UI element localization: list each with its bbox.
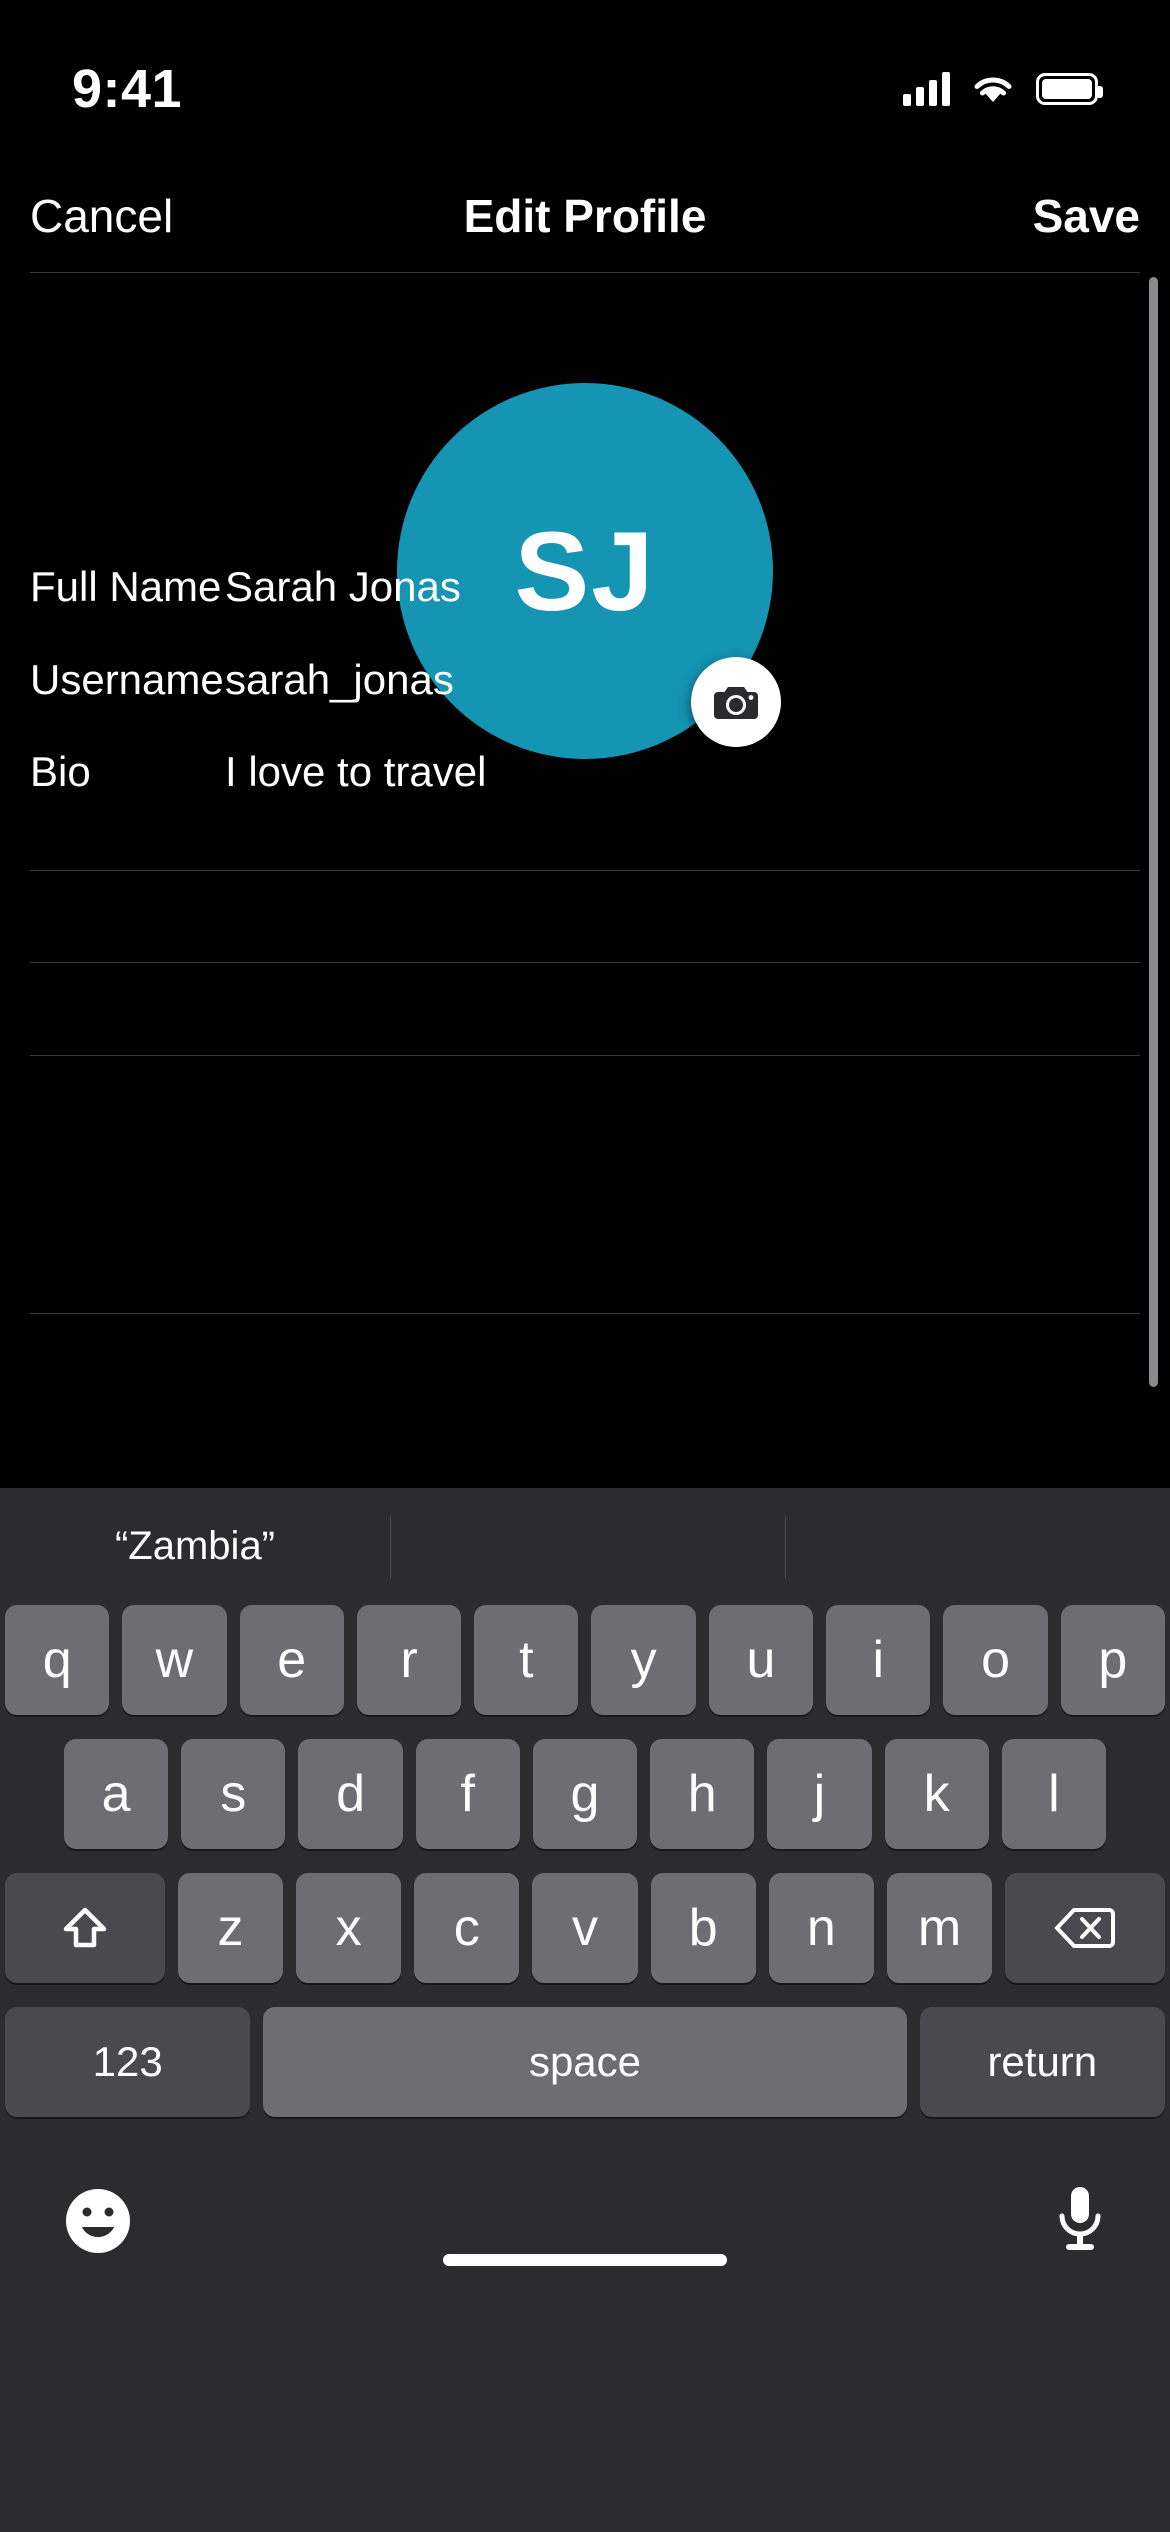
status-time: 9:41 [72,59,183,119]
key-q[interactable]: q [5,1605,110,1715]
username-input[interactable]: sarah_jonas [225,656,454,704]
page-title: Edit Profile [463,190,707,242]
keyboard-bottom-row [0,2153,1170,2288]
key-c[interactable]: c [414,1873,520,1983]
save-button[interactable]: Save [1033,189,1140,243]
key-r[interactable]: r [356,1605,462,1715]
key-d[interactable]: d [298,1739,403,1849]
field-label: Full Name [30,562,222,610]
key-p[interactable]: p [1060,1605,1165,1715]
space-key[interactable]: space [263,2007,907,2117]
suggestion-item-2[interactable] [390,1488,780,1605]
field-label: Username [30,655,224,703]
return-key[interactable]: return [919,2007,1165,2117]
cellular-signal-icon [903,72,950,106]
backspace-key[interactable] [1005,1873,1165,1983]
key-t[interactable]: t [474,1605,579,1715]
form-top-divider [30,870,1140,871]
key-n[interactable]: n [768,1873,874,1983]
shift-arrow-icon [63,1907,107,1948]
key-j[interactable]: j [767,1739,872,1849]
navigation-bar: Cancel Edit Profile Save [0,160,1170,272]
field-label: Bio [30,747,91,795]
suggestion-item-3[interactable] [780,1488,1170,1605]
key-x[interactable]: x [296,1873,402,1983]
key-m[interactable]: m [886,1873,993,1983]
key-v[interactable]: v [532,1873,638,1983]
key-f[interactable]: f [415,1739,520,1849]
key-o[interactable]: o [943,1605,1048,1715]
numeric-mode-key[interactable]: 123 [5,2007,251,2117]
suggestion-divider [785,1516,786,1578]
key-u[interactable]: u [708,1605,814,1715]
keyboard-row-4: 123 space return [0,2007,1170,2117]
shift-key[interactable] [5,1873,165,1983]
status-bar: 9:41 [0,0,1170,160]
key-k[interactable]: k [884,1739,989,1849]
profile-form-scroll-area[interactable]: SJ Full Name Sarah Jonas Username sarah_… [0,273,1170,1488]
home-indicator [443,2254,727,2266]
keyboard-row-2: a s d f g h j k l [0,1739,1170,1849]
key-s[interactable]: s [181,1739,286,1849]
key-l[interactable]: l [1001,1739,1106,1849]
phone-screen: 9:41 Cancel Edit Profile Save SJ Full Na… [0,0,1170,2532]
bio-input[interactable]: I love to travel [225,748,486,796]
emoji-smiley-icon[interactable] [62,2185,134,2257]
microphone-icon[interactable] [1052,2183,1108,2259]
field-divider-2 [30,1055,1140,1056]
cancel-button[interactable]: Cancel [30,189,173,243]
suggestion-item-1[interactable]: “Zambia” [0,1488,390,1605]
field-row-full-name[interactable]: Full Name Sarah Jonas [0,540,1170,633]
keyboard-row-3: z x c v b n m [0,1873,1170,1983]
key-h[interactable]: h [650,1739,755,1849]
key-a[interactable]: a [64,1739,169,1849]
onscreen-keyboard: “Zambia” q w e r t y u i o p a s d f g h… [0,1488,1170,2532]
field-row-bio[interactable]: Bio I love to travel [0,725,1170,818]
suggestion-bar: “Zambia” [0,1488,1170,1605]
key-e[interactable]: e [239,1605,344,1715]
field-row-username[interactable]: Username sarah_jonas [0,633,1170,726]
key-z[interactable]: z [177,1873,284,1983]
suggestion-divider [390,1516,391,1578]
full-name-input[interactable]: Sarah Jonas [225,563,461,611]
key-b[interactable]: b [650,1873,756,1983]
key-w[interactable]: w [122,1605,227,1715]
backspace-icon [1054,1908,1116,1948]
key-y[interactable]: y [591,1605,696,1715]
keyboard-row-1: q w e r t y u i o p [0,1605,1170,1715]
battery-icon [1036,73,1103,105]
status-icons-group [903,54,1103,106]
key-i[interactable]: i [826,1605,931,1715]
key-g[interactable]: g [532,1739,638,1849]
field-divider-1 [30,962,1140,963]
form-bottom-divider [30,1313,1140,1314]
wifi-icon [974,77,1012,102]
